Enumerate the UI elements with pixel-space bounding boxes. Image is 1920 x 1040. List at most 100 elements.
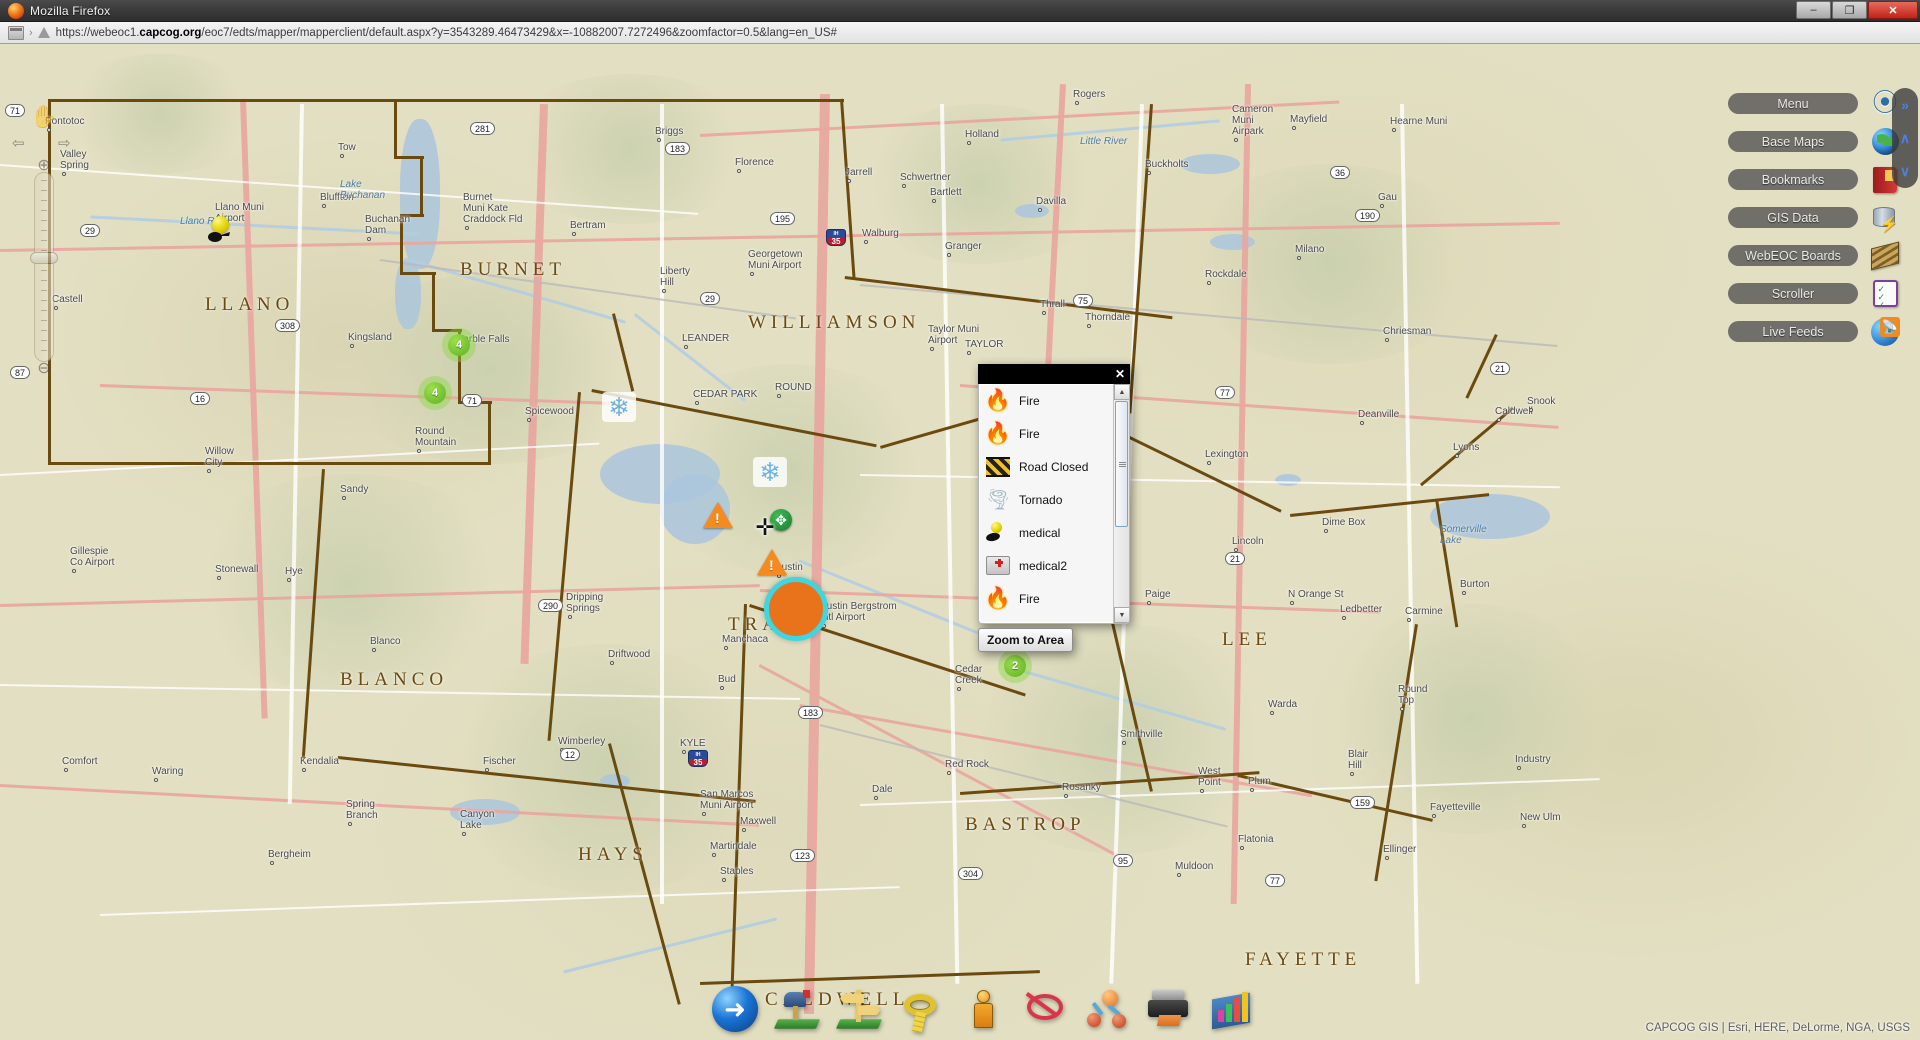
pan-left-icon[interactable]: ⇦ — [12, 134, 25, 152]
place-label: Tow — [338, 142, 356, 153]
sidebar-collapse-control[interactable]: » ∧ ∨ — [1892, 88, 1918, 188]
database-icon[interactable]: ⚡ — [1868, 203, 1902, 233]
pan-hand-icon[interactable]: ✋ — [30, 104, 57, 130]
measuring-tape-icon[interactable] — [896, 984, 946, 1034]
sidebar-item-bookmarks[interactable]: Bookmarks — [1690, 164, 1920, 195]
place-label: Austin Bergstrom Intl Airport — [820, 601, 897, 623]
sidebar-label-scroller[interactable]: Scroller — [1728, 283, 1858, 304]
highway-mid — [99, 384, 620, 406]
city-dot — [350, 344, 354, 348]
selection-area-marker[interactable] — [764, 577, 828, 641]
breadcrumb-chevron-icon: › — [29, 26, 33, 39]
collapse-icon[interactable]: » — [1901, 98, 1909, 112]
list-item[interactable]: 🌪 Tornado — [979, 483, 1113, 516]
city-dot — [957, 687, 961, 691]
sidebar-label-live-feeds[interactable]: Live Feeds — [1728, 321, 1858, 342]
cursor-arrow-icon[interactable]: ➜ — [710, 984, 760, 1034]
winter-weather-marker[interactable]: ❄ — [753, 457, 787, 487]
highway-shield: 183 — [665, 142, 691, 155]
list-item[interactable]: 🔥 Fire — [979, 384, 1113, 417]
place-label: Carmine — [1405, 606, 1443, 617]
no-route-icon[interactable] — [1020, 984, 1070, 1034]
chevron-up-icon[interactable]: ∧ — [1900, 131, 1910, 145]
place-label: Ledbetter — [1340, 604, 1383, 615]
warning-marker[interactable] — [757, 549, 787, 575]
zoom-to-area-button[interactable]: Zoom to Area — [978, 628, 1073, 652]
identify-popup[interactable]: ✕ 🔥 Fire 🔥 Fire Road Closed 🌪 Tornado medical me… — [978, 364, 1130, 652]
chevron-down-icon[interactable]: ∨ — [1900, 164, 1910, 178]
cluster-count: 4 — [424, 382, 446, 404]
highway-shield: 290 — [538, 599, 564, 612]
printer-icon[interactable] — [1144, 984, 1194, 1034]
warning-marker[interactable] — [703, 502, 733, 528]
place-label: Hye — [285, 566, 303, 577]
sidebar-item-menu[interactable]: Menu ⦿ — [1690, 88, 1920, 119]
cluster-marker[interactable]: 4 — [448, 334, 470, 356]
sidebar-label-bookmarks[interactable]: Bookmarks — [1728, 169, 1858, 190]
place-label: Flatonia — [1238, 834, 1274, 845]
sidebar-item-live-feeds[interactable]: Live Feeds 📡 — [1690, 316, 1920, 347]
popup-scrollbar[interactable]: ▲ ▼ — [1113, 384, 1129, 623]
map-canvas[interactable]: LLANOBURNETWILLIAMSONTRAVISBLANCOHAYSCAL… — [0, 44, 1920, 1040]
sidebar-label-menu[interactable]: Menu — [1728, 93, 1858, 114]
warning-triangle-icon — [757, 549, 787, 575]
cluster-marker[interactable]: 2 — [1004, 655, 1026, 677]
city-dot — [1350, 772, 1354, 776]
bar-chart-icon[interactable] — [1206, 984, 1256, 1034]
place-label: Gau — [1378, 192, 1397, 203]
winter-weather-marker[interactable]: ❄ — [602, 392, 636, 422]
map-crosshair-marker[interactable]: ✛ — [752, 514, 778, 540]
rss-globe-icon[interactable]: 📡 — [1868, 316, 1902, 347]
county-boundary — [729, 604, 747, 1024]
boards-icon[interactable] — [1868, 241, 1902, 271]
place-label: Cedar Creek — [955, 664, 983, 686]
pan-zoom-control[interactable]: ✋ ⇦ ⇨ ⊕ ⊖ — [12, 94, 76, 377]
list-item[interactable]: 🔥 Fire — [979, 582, 1113, 615]
list-item[interactable]: 🔥 Fire — [979, 417, 1113, 450]
scroll-up-icon[interactable]: ▲ — [1114, 384, 1129, 400]
fire-icon: 🔥 — [985, 421, 1011, 447]
popup-footer: Zoom to Area — [978, 628, 1130, 652]
sidebar-label-gis-data[interactable]: GIS Data — [1728, 207, 1858, 228]
sidebar-label-webeoc-boards[interactable]: WebEOC Boards — [1728, 245, 1858, 266]
sidebar-item-webeoc-boards[interactable]: WebEOC Boards — [1690, 240, 1920, 271]
scroll-down-icon[interactable]: ▼ — [1114, 607, 1129, 623]
scrollbar-thumb[interactable] — [1115, 401, 1128, 527]
zoom-out-icon[interactable]: ⊖ — [30, 360, 58, 378]
city-dot — [1250, 788, 1254, 792]
close-button[interactable]: ✕ — [1868, 1, 1918, 19]
city-dot — [1290, 601, 1294, 605]
water-label: Somerville Lake — [1440, 524, 1487, 546]
county-label: LEE — [1222, 629, 1272, 650]
map-sidebar[interactable]: Menu ⦿ Base Maps Bookmarks GIS Data ⚡ We… — [1690, 88, 1920, 388]
sidebar-item-base-maps[interactable]: Base Maps — [1690, 126, 1920, 157]
site-identity-icon[interactable] — [8, 25, 24, 40]
zoom-slider-thumb[interactable] — [30, 252, 58, 264]
sidebar-label-base-maps[interactable]: Base Maps — [1728, 131, 1858, 152]
pan-right-icon[interactable]: ⇨ — [58, 134, 71, 152]
list-item[interactable]: medical2 — [979, 549, 1113, 582]
city-dot — [610, 661, 614, 665]
city-dot — [367, 237, 371, 241]
warning-triangle-icon — [703, 502, 733, 528]
minimize-button[interactable]: – — [1796, 1, 1831, 19]
scroll-icon[interactable]: ✓ ✓ ✓ — [1868, 279, 1902, 310]
map-toolbar[interactable]: ➜ — [710, 984, 1256, 1034]
list-item[interactable]: Road Closed — [979, 450, 1113, 483]
address-bar[interactable]: › https://webeoc1.capcog.org/eoc7/edts/m… — [0, 22, 1920, 44]
cluster-marker[interactable]: 4 — [424, 382, 446, 404]
mailbox-icon[interactable] — [772, 984, 822, 1034]
sidebar-item-scroller[interactable]: Scroller ✓ ✓ ✓ — [1690, 278, 1920, 310]
close-icon[interactable]: ✕ — [1111, 365, 1129, 383]
list-item[interactable]: medical — [979, 516, 1113, 549]
person-icon[interactable] — [958, 984, 1008, 1034]
signpost-icon[interactable] — [834, 984, 884, 1034]
sidebar-item-gis-data[interactable]: GIS Data ⚡ — [1690, 202, 1920, 233]
city-dot — [1292, 126, 1296, 130]
incident-list[interactable]: 🔥 Fire 🔥 Fire Road Closed 🌪 Tornado medical medi… — [979, 384, 1113, 623]
molecule-icon[interactable] — [1082, 984, 1132, 1034]
highway-shield: 29 — [80, 224, 101, 237]
city-dot — [1400, 707, 1404, 711]
restore-button[interactable]: ❐ — [1832, 1, 1867, 19]
place-label: Plum — [1248, 776, 1271, 787]
